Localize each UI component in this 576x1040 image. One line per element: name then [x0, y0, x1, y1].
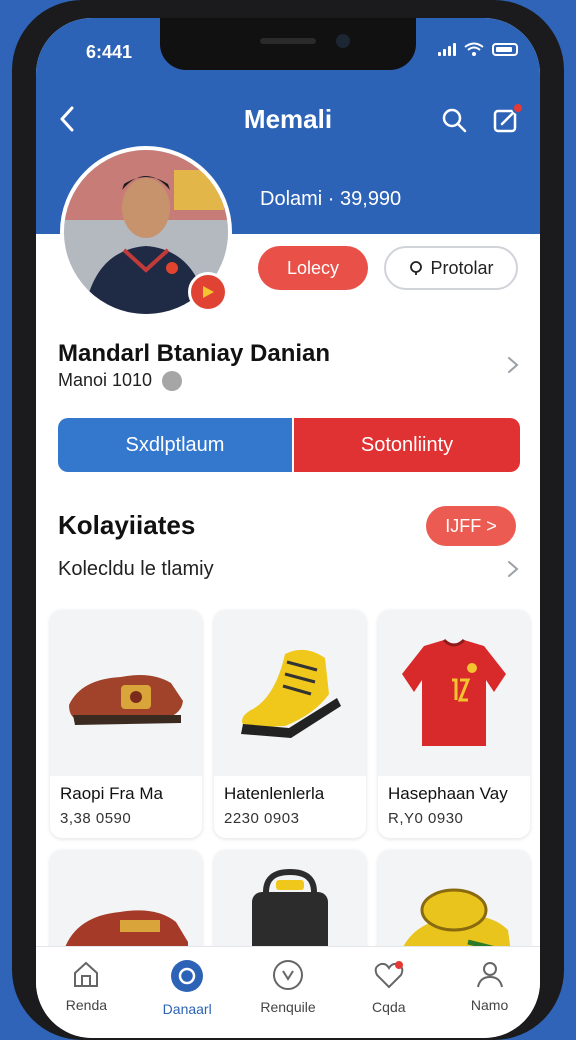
segment-left[interactable]: Sxdlptlaum	[58, 418, 292, 472]
ball-icon	[171, 960, 204, 992]
section-title: Kolayiiates	[58, 510, 196, 540]
tab-label: Renquile	[260, 999, 316, 1015]
home-icon	[74, 961, 99, 987]
tab-cart[interactable]: Cqda	[338, 947, 439, 1038]
tab-label: Namo	[470, 997, 509, 1013]
product-price: R,Y0 0930	[388, 810, 464, 827]
product-image	[50, 610, 202, 778]
notification-dot	[512, 102, 524, 114]
chevron-right-icon[interactable]	[506, 356, 520, 374]
product-info: Hatenlenlerla 2230 0903	[214, 776, 366, 838]
profile-stat: Dolami · 39,990	[260, 188, 402, 210]
product-grid: Raopi Fra Ma 3,38 0590 Hatenlenlerla 223…	[50, 610, 530, 970]
segment-right[interactable]: Sotonliinty	[294, 418, 520, 472]
battery-icon	[492, 42, 518, 56]
status-icons	[438, 42, 518, 56]
product-card[interactable]: Raopi Fra Ma 3,38 0590	[50, 610, 202, 838]
signal-icon	[438, 42, 456, 56]
product-title: Hatenlenlerla	[224, 784, 325, 803]
shoe-icon	[69, 675, 183, 725]
status-time: 6:441	[86, 42, 133, 62]
tab-active[interactable]: Danaarl	[137, 947, 238, 1038]
primary-action-button[interactable]: Lolecy	[258, 246, 368, 290]
pin-icon	[410, 261, 423, 275]
tab-label: Danaarl	[162, 1001, 212, 1017]
play-icon	[203, 286, 214, 298]
see-more-button[interactable]: IJFF >	[426, 506, 516, 546]
clock-icon	[272, 960, 303, 990]
user-icon	[476, 962, 503, 988]
product-price: 3,38 0590	[60, 810, 132, 827]
search-icon[interactable]	[440, 106, 468, 134]
tab-home[interactable]: Renda	[36, 947, 137, 1038]
product-info: Hasephaan Vay R,Y0 0930	[378, 776, 530, 838]
product-image	[214, 610, 366, 778]
profile-subinfo-text: Manoi 1010	[58, 370, 153, 390]
tab-label: Cqda	[372, 999, 406, 1015]
verified-icon	[162, 370, 183, 391]
bottom-tab-bar: Renda Danaarl Renquile Cqda Namo	[36, 946, 540, 1038]
wifi-icon	[464, 42, 484, 56]
secondary-action-label: Protolar	[430, 257, 494, 278]
product-card[interactable]: Hasephaan Vay R,Y0 0930	[378, 610, 530, 838]
edit-button[interactable]	[492, 102, 524, 134]
product-info: Raopi Fra Ma 3,38 0590	[50, 776, 202, 838]
chevron-right-icon[interactable]	[506, 560, 520, 578]
tab-profile[interactable]: Namo	[439, 947, 540, 1038]
product-card[interactable]: Hatenlenlerla 2230 0903	[214, 610, 366, 838]
product-price: 2230 0903	[224, 810, 300, 827]
product-image	[378, 610, 530, 778]
product-title: Raopi Fra Ma	[60, 784, 163, 803]
app-screen: 6:441 Memali Dolami · 39,990 Lolecy Prot…	[36, 18, 540, 1038]
heart-badge-icon	[374, 961, 404, 989]
camera	[336, 34, 350, 48]
product-title: Hasephaan Vay	[388, 784, 508, 803]
notch	[160, 18, 416, 70]
section-subtitle: Kolecldu le tlamiy	[58, 558, 214, 580]
profile-name: Mandarl Btaniay Danian	[58, 340, 331, 367]
tab-label: Renda	[65, 997, 108, 1013]
tab-requests[interactable]: Renquile	[238, 947, 339, 1038]
profile-subinfo: Manoi 1010	[58, 370, 183, 391]
segmented-control: Sxdlptlaum Sotonliinty	[58, 418, 520, 472]
play-badge[interactable]	[188, 272, 228, 312]
jersey-icon	[402, 638, 506, 746]
speaker	[260, 38, 316, 44]
secondary-action-button[interactable]: Protolar	[384, 246, 518, 290]
boot-icon	[241, 649, 341, 738]
